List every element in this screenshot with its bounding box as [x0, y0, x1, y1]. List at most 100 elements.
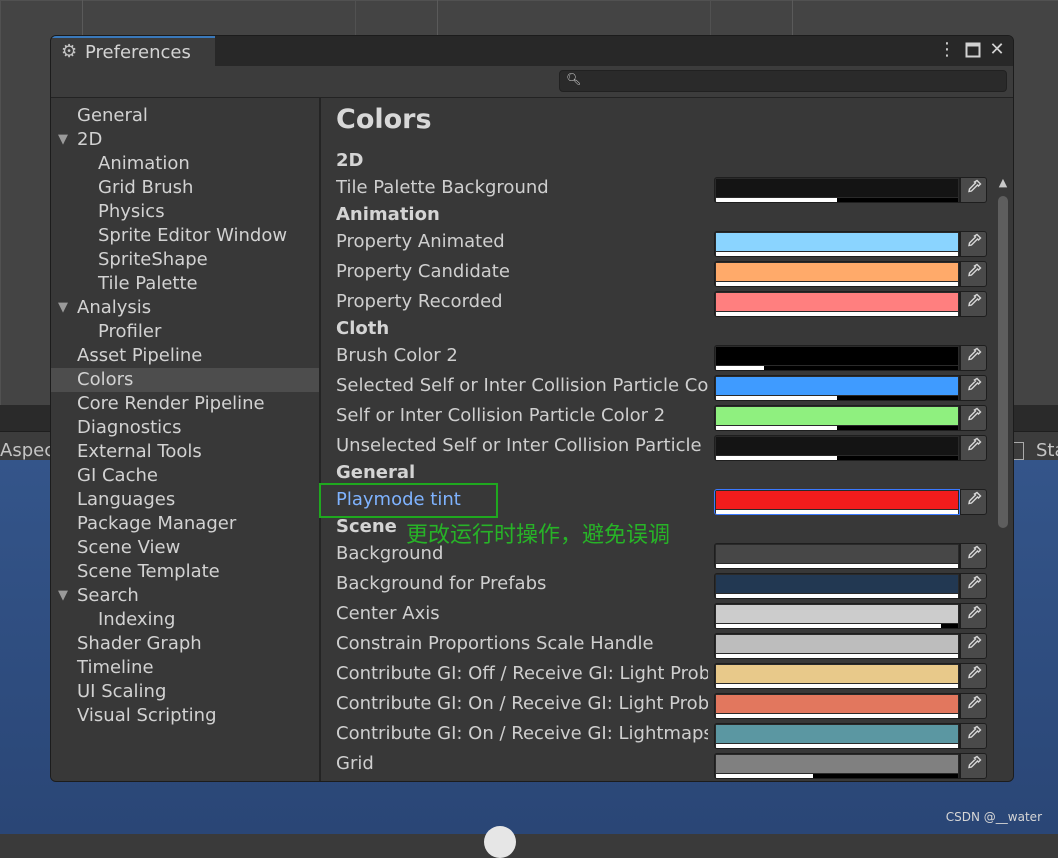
alpha-fill	[716, 774, 813, 778]
color-pref-row: Contribute GI: On / Receive GI: Light Pr…	[336, 691, 1006, 721]
color-swatch[interactable]	[714, 633, 960, 659]
eyedropper-icon[interactable]	[960, 753, 987, 779]
color-swatch[interactable]	[714, 723, 960, 749]
eyedropper-icon[interactable]	[960, 291, 987, 317]
sidebar-item-scene-template[interactable]: Scene Template	[51, 560, 319, 584]
more-vert-icon[interactable]: ⋮	[937, 39, 957, 61]
alpha-bar	[716, 564, 958, 568]
scroll-up-icon[interactable]: ▲	[994, 176, 1012, 189]
sidebar-item-tile-palette[interactable]: Tile Palette	[51, 272, 319, 296]
sidebar-item-languages[interactable]: Languages	[51, 488, 319, 512]
eyedropper-icon[interactable]	[960, 231, 987, 257]
color-swatch[interactable]	[714, 177, 960, 203]
color-swatch[interactable]	[714, 543, 960, 569]
preferences-sidebar: General ▼ 2D Animation Grid Brush Physics Spri…	[51, 98, 321, 781]
color-swatch[interactable]	[714, 435, 960, 461]
eyedropper-icon[interactable]	[960, 603, 987, 629]
preferences-tab[interactable]: ⚙ Preferences	[51, 36, 215, 66]
sidebar-item-scene-view[interactable]: Scene View	[51, 536, 319, 560]
color-swatch[interactable]	[714, 291, 960, 317]
eyedropper-icon[interactable]	[960, 573, 987, 599]
eyedropper-icon[interactable]	[960, 489, 987, 515]
sidebar-item-physics[interactable]: Physics	[51, 200, 319, 224]
eyedropper-icon[interactable]	[960, 345, 987, 371]
sidebar-item-label: Profiler	[98, 321, 162, 342]
pref-label: Background for Prefabs	[336, 573, 547, 594]
title-bar: ⚙ Preferences ⋮ ✕	[51, 36, 1013, 66]
alpha-fill	[716, 252, 958, 256]
sidebar-item-ui-scaling[interactable]: UI Scaling	[51, 680, 319, 704]
eyedropper-icon[interactable]	[960, 723, 987, 749]
eyedropper-icon[interactable]	[960, 375, 987, 401]
sidebar-item-core-render-pipeline[interactable]: Core Render Pipeline	[51, 392, 319, 416]
search-input[interactable]: 🔍︎	[559, 70, 1007, 92]
close-icon[interactable]: ✕	[987, 39, 1007, 61]
expand-arrow-icon[interactable]: ▼	[58, 128, 68, 152]
color-swatch[interactable]	[714, 231, 960, 257]
sidebar-item-colors[interactable]: Colors	[51, 368, 319, 392]
sidebar-item-label: Grid Brush	[98, 177, 194, 198]
color-pref-row: Center Axis	[336, 601, 1006, 631]
color-swatch[interactable]	[714, 261, 960, 287]
sidebar-item-grid-brush[interactable]: Grid Brush	[51, 176, 319, 200]
eyedropper-icon[interactable]	[960, 543, 987, 569]
alpha-bar	[716, 684, 958, 688]
color-swatch[interactable]	[714, 663, 960, 689]
color-pref-row: Contribute GI: Off / Receive GI: Light P…	[336, 661, 1006, 691]
eyedropper-icon[interactable]	[960, 633, 987, 659]
alpha-bar	[716, 744, 958, 748]
sidebar-item-sprite-editor-window[interactable]: Sprite Editor Window	[51, 224, 319, 248]
color-swatch[interactable]	[714, 345, 960, 371]
vertical-scrollbar[interactable]: ▲ ▼	[994, 176, 1012, 781]
sidebar-item-timeline[interactable]: Timeline	[51, 656, 319, 680]
sidebar-item-external-tools[interactable]: External Tools	[51, 440, 319, 464]
scrollbar-thumb[interactable]	[998, 196, 1008, 528]
alpha-bar	[716, 366, 958, 370]
sidebar-item-diagnostics[interactable]: Diagnostics	[51, 416, 319, 440]
maximize-icon[interactable]	[963, 39, 983, 61]
eyedropper-icon[interactable]	[960, 435, 987, 461]
sidebar-item-visual-scripting[interactable]: Visual Scripting	[51, 704, 319, 728]
sidebar-item-label: 2D	[77, 129, 103, 150]
sidebar-item-label: Tile Palette	[98, 273, 198, 294]
color-swatch[interactable]	[714, 375, 960, 401]
sidebar-item-profiler[interactable]: Profiler	[51, 320, 319, 344]
color-pref-row: Property Candidate	[336, 259, 1006, 289]
alpha-bar	[716, 774, 958, 778]
alpha-fill	[716, 714, 958, 718]
color-swatch[interactable]	[714, 489, 960, 515]
sidebar-item-asset-pipeline[interactable]: Asset Pipeline	[51, 344, 319, 368]
eyedropper-icon[interactable]	[960, 693, 987, 719]
pref-label: Contribute GI: On / Receive GI: Light Pr…	[336, 693, 708, 714]
eyedropper-icon[interactable]	[960, 405, 987, 431]
eyedropper-icon[interactable]	[960, 663, 987, 689]
pref-label: Property Candidate	[336, 261, 510, 282]
sidebar-item-shader-graph[interactable]: Shader Graph	[51, 632, 319, 656]
sidebar-item-general[interactable]: General	[51, 104, 319, 128]
sidebar-item-spriteshape[interactable]: SpriteShape	[51, 248, 319, 272]
sidebar-item-label: Visual Scripting	[77, 705, 217, 726]
expand-arrow-icon[interactable]: ▼	[58, 296, 68, 320]
aspect-dropdown[interactable]: Aspec	[0, 440, 54, 461]
sidebar-item-animation[interactable]: Animation	[51, 152, 319, 176]
color-fill	[716, 233, 958, 251]
sidebar-item-gi-cache[interactable]: GI Cache	[51, 464, 319, 488]
color-swatch[interactable]	[714, 405, 960, 431]
sidebar-item-analysis[interactable]: ▼ Analysis	[51, 296, 319, 320]
color-swatch[interactable]	[714, 603, 960, 629]
eyedropper-icon[interactable]	[960, 177, 987, 203]
sidebar-item-indexing[interactable]: Indexing	[51, 608, 319, 632]
section-header: Cloth	[336, 316, 1006, 346]
color-swatch[interactable]	[714, 573, 960, 599]
color-swatch[interactable]	[714, 753, 960, 779]
color-pref-row: Brush Color 2	[336, 343, 1006, 373]
stats-button[interactable]: Sta	[1036, 440, 1058, 461]
sidebar-item-search[interactable]: ▼ Search	[51, 584, 319, 608]
color-swatch[interactable]	[714, 693, 960, 719]
sidebar-item-2d[interactable]: ▼ 2D	[51, 128, 319, 152]
color-pref-row: Tile Palette Background	[336, 175, 1006, 205]
sidebar-item-package-manager[interactable]: Package Manager	[51, 512, 319, 536]
alpha-fill	[716, 624, 942, 628]
eyedropper-icon[interactable]	[960, 261, 987, 287]
expand-arrow-icon[interactable]: ▼	[58, 584, 68, 608]
